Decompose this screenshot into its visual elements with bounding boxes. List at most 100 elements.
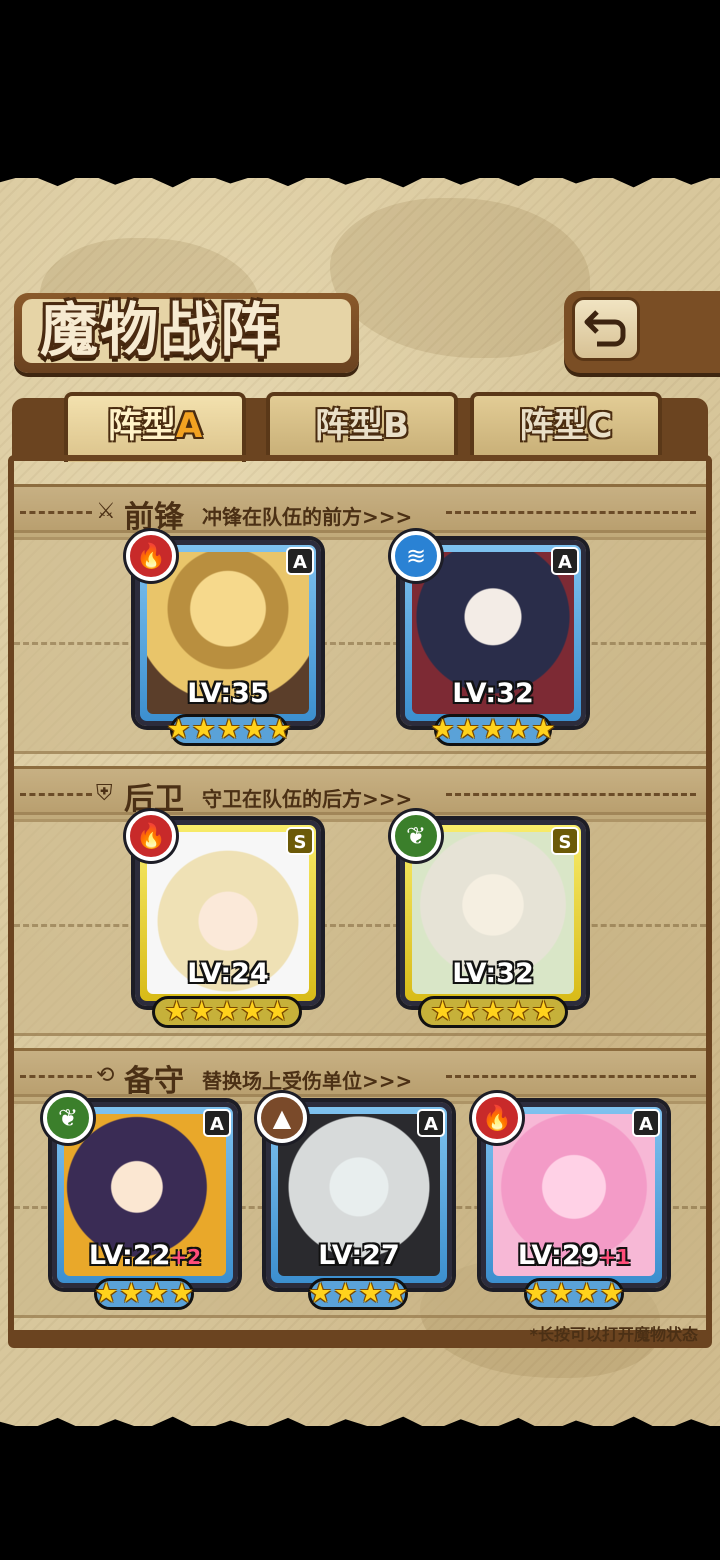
divider <box>446 1075 696 1078</box>
star-icon: ★ <box>265 996 290 1027</box>
tab-label: 阵型 <box>519 406 588 446</box>
monster-card[interactable]: A ▲ LV:27 <box>257 1093 452 1288</box>
monster-level: LV:29+1 <box>486 1240 662 1271</box>
section-desc: 替换场上受伤单位>>> <box>202 1069 413 1093</box>
rank-badge: A <box>417 1109 445 1137</box>
level-text: LV:35 <box>187 678 269 709</box>
star-icon: ★ <box>383 1278 408 1309</box>
star-rating: ★ ★ ★ ★ <box>94 1278 194 1310</box>
star-icon: ★ <box>214 996 240 1027</box>
level-text: LV:29 <box>517 1240 600 1271</box>
section-desc: 守卫在队伍的后方>>> <box>202 787 413 811</box>
star-icon: ★ <box>531 996 556 1027</box>
fire-element-icon: 🔥 <box>126 811 176 861</box>
monster-card[interactable]: A 🔥 LV:29+1 <box>472 1093 667 1288</box>
divider <box>446 793 696 796</box>
water-element-icon: ≋ <box>391 531 441 581</box>
monster-card[interactable]: A ≋ LV:32 <box>391 531 586 726</box>
star-rating: ★ ★ ★ ★ ★ <box>430 714 556 746</box>
star-icon: ★ <box>333 1278 358 1309</box>
level-text: LV:32 <box>452 678 534 709</box>
monster-level: LV:24 <box>140 958 316 989</box>
rank-badge: A <box>203 1109 231 1137</box>
level-bonus: +2 <box>170 1245 202 1269</box>
level-text: LV:24 <box>187 958 269 989</box>
level-text: LV:27 <box>318 1240 400 1271</box>
divider <box>20 1075 92 1078</box>
star-icon: ★ <box>144 1278 169 1309</box>
star-icon: ★ <box>189 996 214 1027</box>
monster-card[interactable]: S ❦ LV:32 <box>391 811 586 1006</box>
star-icon: ★ <box>506 714 531 745</box>
leaf-element-icon: ❦ <box>391 811 441 861</box>
sword-icon: ⚔ <box>96 499 116 524</box>
front-row <box>14 530 706 754</box>
back-row <box>14 812 706 1036</box>
star-rating: ★ ★ ★ ★ ★ <box>166 714 292 746</box>
star-icon: ★ <box>506 996 531 1027</box>
star-icon: ★ <box>169 1278 194 1309</box>
star-icon: ★ <box>480 714 506 745</box>
star-icon: ★ <box>455 714 480 745</box>
monster-level: LV:22+2 <box>57 1240 233 1271</box>
monster-card[interactable]: A ❦ LV:22+2 <box>43 1093 238 1288</box>
star-icon: ★ <box>308 1278 333 1309</box>
star-icon: ★ <box>240 996 265 1027</box>
monster-level: LV:32 <box>405 678 581 709</box>
monster-level: LV:32 <box>405 958 581 989</box>
star-icon: ★ <box>94 1278 119 1309</box>
tab-formation-c[interactable]: 阵型C <box>470 392 662 456</box>
divider <box>20 793 92 796</box>
rank-badge: A <box>632 1109 660 1137</box>
star-icon: ★ <box>549 1278 574 1309</box>
rank-badge: A <box>286 547 314 575</box>
star-icon: ★ <box>358 1278 383 1309</box>
level-text: LV:32 <box>452 958 534 989</box>
tab-suffix: A <box>175 406 203 446</box>
star-icon: ★ <box>191 714 216 745</box>
fire-element-icon: 🔥 <box>472 1093 522 1143</box>
fire-element-icon: 🔥 <box>126 531 176 581</box>
tab-label: 阵型 <box>315 406 384 446</box>
tab-formation-a[interactable]: 阵型A <box>64 392 246 462</box>
star-icon: ★ <box>164 996 189 1027</box>
return-arrow-icon <box>584 310 626 347</box>
star-icon: ★ <box>166 714 191 745</box>
star-icon: ★ <box>531 714 556 745</box>
map-decoration <box>330 198 590 358</box>
tab-suffix: B <box>383 406 409 446</box>
back-button-face[interactable] <box>572 297 640 361</box>
star-icon: ★ <box>267 714 292 745</box>
star-icon: ★ <box>430 714 455 745</box>
tab-label: 阵型 <box>107 406 176 446</box>
back-button[interactable] <box>564 291 720 373</box>
tab-suffix: C <box>587 406 613 446</box>
star-icon: ★ <box>119 1278 144 1309</box>
leaf-element-icon: ❦ <box>43 1093 93 1143</box>
section-desc: 冲锋在队伍的前方>>> <box>202 505 413 529</box>
star-icon: ★ <box>574 1278 599 1309</box>
monster-level: LV:35 <box>140 678 316 709</box>
shield-icon: ⛨ <box>96 781 113 806</box>
rank-badge: S <box>551 827 579 855</box>
swap-icon: ⟲ <box>96 1063 115 1088</box>
star-rating: ★ ★ ★ ★ ★ <box>418 996 568 1028</box>
star-icon: ★ <box>216 714 242 745</box>
star-icon: ★ <box>430 996 455 1027</box>
monster-card[interactable]: A 🔥 LV:35 <box>126 531 321 726</box>
star-icon: ★ <box>599 1278 624 1309</box>
monster-card[interactable]: S 🔥 LV:24 <box>126 811 321 1006</box>
star-icon: ★ <box>242 714 267 745</box>
monster-level: LV:27 <box>271 1240 447 1271</box>
star-icon: ★ <box>524 1278 549 1309</box>
star-icon: ★ <box>480 996 506 1027</box>
mountain-element-icon: ▲ <box>257 1093 307 1143</box>
divider <box>20 511 92 514</box>
star-icon: ★ <box>455 996 480 1027</box>
divider <box>446 511 696 514</box>
tab-formation-b[interactable]: 阵型B <box>266 392 458 456</box>
star-rating: ★ ★ ★ ★ <box>524 1278 624 1310</box>
page-title: 魔物战阵 <box>40 296 281 364</box>
rank-badge: S <box>286 827 314 855</box>
long-press-hint: *长按可以打开魔物状态 <box>529 1325 698 1344</box>
